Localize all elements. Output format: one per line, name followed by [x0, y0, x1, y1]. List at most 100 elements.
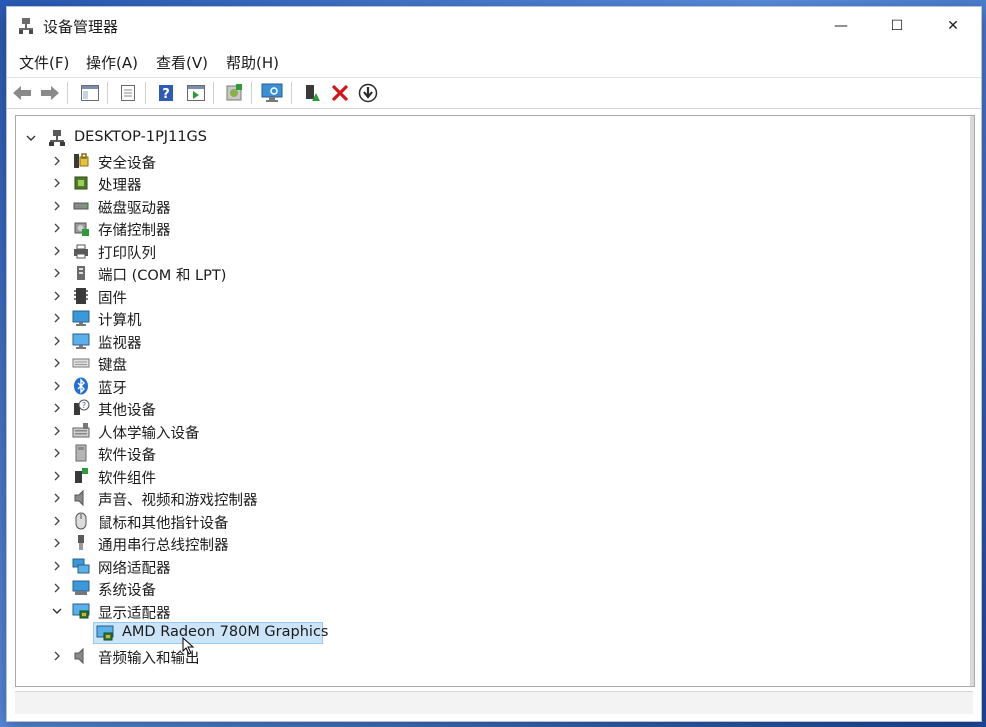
tree-category[interactable]: 存储控制器 [16, 217, 966, 239]
menu-help[interactable]: 帮助(H) [226, 52, 279, 73]
menu-file[interactable]: 文件(F) [19, 52, 69, 73]
chevron-right-icon[interactable] [50, 356, 64, 370]
chevron-right-icon[interactable] [50, 469, 64, 483]
help-button[interactable]: ? [155, 83, 177, 103]
minimize-icon: — [834, 18, 848, 34]
maximize-button[interactable]: ☐ [869, 7, 925, 45]
toolbar-separator [145, 82, 146, 104]
tree-category[interactable]: 磁盘驱动器 [16, 195, 966, 217]
category-label: 系统设备 [98, 583, 156, 599]
back-arrow-icon [13, 86, 31, 100]
tree-category[interactable]: 网络适配器 [16, 555, 966, 577]
chevron-down-icon[interactable] [24, 131, 38, 145]
tree-category[interactable]: 端口 (COM 和 LPT) [16, 262, 966, 284]
tree-category[interactable]: 打印队列 [16, 240, 966, 262]
category-label: 处理器 [98, 178, 142, 194]
category-label: 软件设备 [98, 448, 156, 464]
menu-view[interactable]: 查看(V) [156, 52, 208, 73]
chevron-right-icon[interactable] [50, 401, 64, 415]
tree-category[interactable]: 键盘 [16, 352, 966, 374]
svg-text:?: ? [162, 87, 170, 102]
tree-category[interactable]: 系统设备 [16, 577, 966, 599]
chevron-right-icon[interactable] [50, 379, 64, 393]
category-label: 监视器 [98, 335, 142, 352]
chevron-right-icon[interactable] [50, 559, 64, 573]
chevron-right-icon[interactable] [50, 289, 64, 303]
tree-category[interactable]: 人体学输入设备 [16, 420, 966, 442]
properties-icon [121, 85, 135, 101]
chevron-right-icon[interactable] [50, 244, 64, 258]
chevron-right-icon[interactable] [50, 199, 64, 213]
chevron-right-icon[interactable] [50, 536, 64, 550]
monitor-icon [72, 332, 90, 350]
mouse-cursor-icon [182, 637, 195, 655]
chevron-right-icon[interactable] [50, 154, 64, 168]
category-label: 声音、视频和游戏控制器 [98, 493, 258, 509]
back-button[interactable] [11, 83, 33, 103]
uninstall-device-button[interactable] [329, 83, 351, 103]
system-device-icon [72, 579, 90, 597]
tree-category[interactable]: 音频输入和输出 [16, 645, 966, 667]
vertical-scrollbar[interactable] [970, 116, 974, 686]
properties-button[interactable] [117, 83, 139, 103]
svg-text:?: ? [82, 401, 86, 410]
tree-category[interactable]: ? 其他设备 [16, 397, 966, 419]
bluetooth-icon [72, 377, 90, 395]
chevron-right-icon[interactable] [50, 649, 64, 663]
category-label: 磁盘驱动器 [98, 200, 171, 217]
chevron-right-icon[interactable] [50, 311, 64, 325]
title-bar[interactable]: 设备管理器 — ☐ ✕ [7, 7, 981, 45]
tree-category[interactable]: 处理器 [16, 172, 966, 194]
chevron-right-icon[interactable] [50, 581, 64, 595]
chevron-down-icon[interactable] [50, 604, 64, 618]
forward-button[interactable] [39, 83, 61, 103]
tree-device[interactable]: AMD Radeon 780M Graphics [16, 622, 966, 644]
device-tree-pane[interactable]: DESKTOP-1PJ11GS 安全设备处理器磁盘驱动器存储控制器打印队列端口 … [15, 115, 975, 687]
tree-category[interactable]: 安全设备 [16, 150, 966, 172]
category-label: 打印队列 [98, 245, 156, 262]
enable-device-button[interactable] [301, 83, 323, 103]
tree-category[interactable]: 显示适配器 [16, 600, 966, 622]
tree-category[interactable]: 蓝牙 [16, 375, 966, 397]
tree-category[interactable]: 监视器 [16, 330, 966, 352]
software-device-icon [72, 444, 90, 462]
category-label: 端口 (COM 和 LPT) [98, 268, 227, 284]
window-title: 设备管理器 [43, 18, 119, 36]
chevron-right-icon[interactable] [50, 334, 64, 348]
tree-category[interactable]: 固件 [16, 285, 966, 307]
tree-category[interactable]: 软件组件 [16, 465, 966, 487]
toolbar: ? [7, 77, 981, 109]
chevron-right-icon[interactable] [50, 446, 64, 460]
minimize-button[interactable]: — [813, 7, 869, 45]
tree-category[interactable]: 鼠标和其他指针设备 [16, 510, 966, 532]
chevron-right-icon[interactable] [50, 176, 64, 190]
chevron-right-icon[interactable] [50, 221, 64, 235]
printer-icon [72, 242, 90, 260]
storage-controller-icon [72, 219, 90, 237]
category-label: 安全设备 [98, 155, 156, 172]
chevron-right-icon[interactable] [50, 424, 64, 438]
scan-hardware-button[interactable] [261, 83, 283, 103]
chevron-right-icon[interactable] [50, 491, 64, 505]
install-legacy-button[interactable] [357, 83, 379, 103]
tree-category[interactable]: 软件设备 [16, 442, 966, 464]
tree-category[interactable]: 计算机 [16, 307, 966, 329]
toolbar-separator [107, 82, 108, 104]
update-driver-button[interactable] [223, 83, 245, 103]
mouse-icon [72, 512, 90, 530]
processor-icon [72, 174, 90, 192]
action-pane-button[interactable] [185, 83, 207, 103]
category-label: 存储控制器 [98, 223, 171, 239]
network-adapter-icon [72, 557, 90, 575]
chevron-right-icon[interactable] [50, 266, 64, 280]
chevron-right-icon[interactable] [50, 514, 64, 528]
close-button[interactable]: ✕ [925, 7, 981, 45]
tree-category[interactable]: 声音、视频和游戏控制器 [16, 487, 966, 509]
forward-arrow-icon [41, 86, 59, 100]
show-hide-tree-button[interactable] [79, 83, 101, 103]
tree-category[interactable]: 通用串行总线控制器 [16, 532, 966, 554]
category-label: 蓝牙 [98, 380, 127, 397]
device-manager-app-icon [19, 18, 33, 34]
menu-action[interactable]: 操作(A) [86, 52, 138, 73]
tree-root[interactable]: DESKTOP-1PJ11GS [16, 127, 966, 149]
